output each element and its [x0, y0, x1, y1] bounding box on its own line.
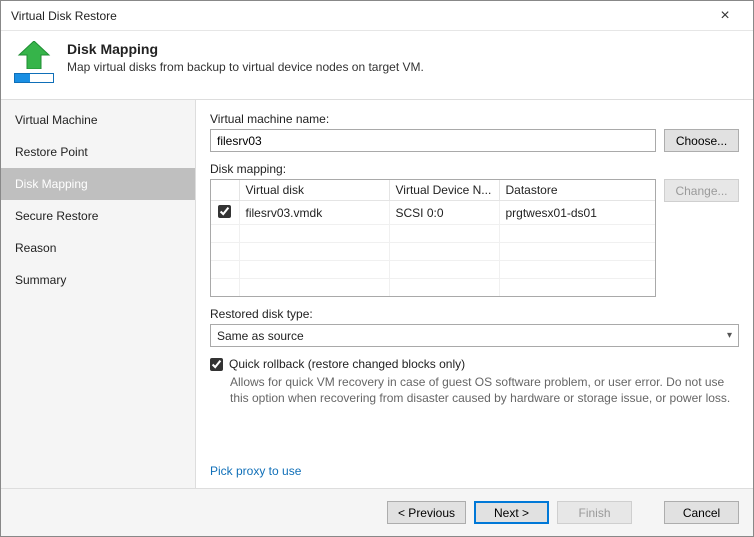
cell-node: SCSI 0:0: [389, 201, 499, 225]
quick-rollback-label: Quick rollback (restore changed blocks o…: [229, 357, 465, 371]
col-virtual-disk[interactable]: Virtual disk: [239, 180, 389, 201]
table-row: [211, 243, 655, 261]
disk-mapping-grid[interactable]: Virtual disk Virtual Device N... Datasto…: [210, 179, 656, 297]
disk-type-value: Same as source: [217, 329, 304, 343]
wizard-body: Virtual Machine Restore Point Disk Mappi…: [1, 99, 753, 488]
finish-button: Finish: [557, 501, 632, 524]
pick-proxy-link[interactable]: Pick proxy to use: [210, 446, 739, 478]
wizard-footer: < Previous Next > Finish Cancel: [1, 488, 753, 536]
header-text: Disk Mapping Map virtual disks from back…: [67, 41, 424, 74]
wizard-steps: Virtual Machine Restore Point Disk Mappi…: [1, 100, 196, 488]
window-title: Virtual Disk Restore: [11, 9, 705, 23]
col-device-node[interactable]: Virtual Device N...: [389, 180, 499, 201]
titlebar: Virtual Disk Restore ×: [1, 1, 753, 31]
col-datastore[interactable]: Datastore: [499, 180, 655, 201]
table-row: [211, 279, 655, 297]
step-virtual-machine[interactable]: Virtual Machine: [1, 104, 195, 136]
quick-rollback-help: Allows for quick VM recovery in case of …: [230, 374, 739, 406]
col-checkbox: [211, 180, 239, 201]
restore-arrow-icon: [17, 41, 51, 69]
header-icon: [13, 41, 55, 83]
row-checkbox[interactable]: [218, 205, 231, 218]
step-secure-restore[interactable]: Secure Restore: [1, 200, 195, 232]
table-row[interactable]: filesrv03.vmdk SCSI 0:0 prgtwesx01-ds01: [211, 201, 655, 225]
close-icon[interactable]: ×: [705, 8, 745, 24]
page-title: Disk Mapping: [67, 41, 424, 57]
table-row: [211, 225, 655, 243]
next-button[interactable]: Next >: [474, 501, 549, 524]
vm-name-input[interactable]: [210, 129, 656, 152]
step-restore-point[interactable]: Restore Point: [1, 136, 195, 168]
choose-button[interactable]: Choose...: [664, 129, 739, 152]
step-disk-mapping[interactable]: Disk Mapping: [1, 168, 195, 200]
wizard-header: Disk Mapping Map virtual disks from back…: [1, 31, 753, 99]
progress-icon: [14, 73, 54, 83]
cell-disk: filesrv03.vmdk: [239, 201, 389, 225]
quick-rollback-checkbox[interactable]: [210, 358, 223, 371]
step-reason[interactable]: Reason: [1, 232, 195, 264]
disk-mapping-label: Disk mapping:: [210, 162, 739, 176]
grid-header-row: Virtual disk Virtual Device N... Datasto…: [211, 180, 655, 201]
disk-type-label: Restored disk type:: [210, 307, 739, 321]
page-subtitle: Map virtual disks from backup to virtual…: [67, 60, 424, 74]
main-panel: Virtual machine name: Choose... Disk map…: [196, 100, 753, 488]
previous-button[interactable]: < Previous: [387, 501, 466, 524]
change-button: Change...: [664, 179, 739, 202]
vm-name-label: Virtual machine name:: [210, 112, 739, 126]
cancel-button[interactable]: Cancel: [664, 501, 739, 524]
cell-datastore: prgtwesx01-ds01: [499, 201, 655, 225]
wizard-window: Virtual Disk Restore × Disk Mapping Map …: [0, 0, 754, 537]
chevron-down-icon: ▾: [727, 330, 732, 341]
step-summary[interactable]: Summary: [1, 264, 195, 296]
table-row: [211, 261, 655, 279]
disk-type-select[interactable]: Same as source ▾: [210, 324, 739, 347]
